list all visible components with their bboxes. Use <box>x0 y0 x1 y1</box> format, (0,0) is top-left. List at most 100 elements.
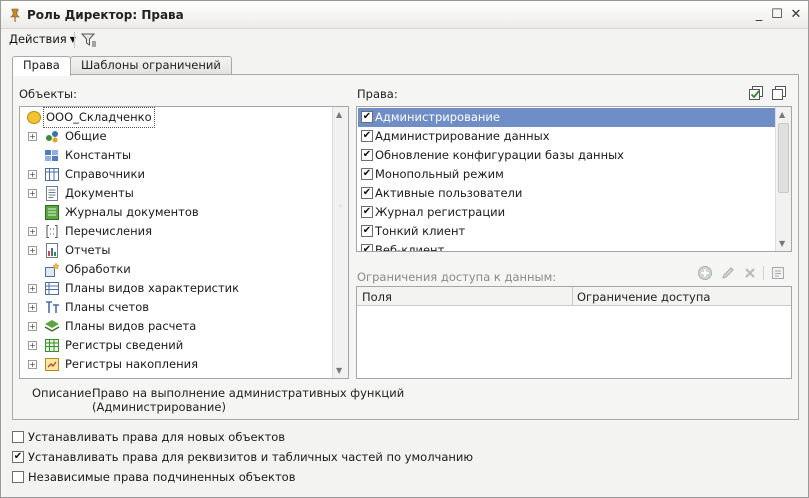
tree-item-constants[interactable]: Константы <box>20 146 332 165</box>
restrictions-label: Ограничения доступа к данным: <box>357 270 557 284</box>
tree-item-label: Планы видов расчета <box>65 319 197 333</box>
rights-label: Права: <box>357 87 398 101</box>
expand-icon[interactable]: + <box>28 341 37 350</box>
delete-icon[interactable] <box>742 265 758 281</box>
char-types-icon <box>45 282 59 295</box>
right-item-administration[interactable]: ✔ Администрирование <box>358 108 776 127</box>
title-bar: Роль Директор: Права _ ☐ ✕ <box>1 1 808 29</box>
option-checkbox[interactable] <box>12 471 24 483</box>
scroll-thumb[interactable] <box>778 123 789 193</box>
right-item-active-users[interactable]: ✔ Активные пользователи <box>358 184 776 203</box>
maximize-button[interactable]: ☐ <box>769 7 785 23</box>
tab-rights[interactable]: Права <box>12 56 71 76</box>
expand-icon[interactable]: + <box>28 303 37 312</box>
tree-item-reports[interactable]: + Отчеты <box>20 241 332 260</box>
documents-icon <box>46 186 58 201</box>
right-item-event-log[interactable]: ✔ Журнал регистрации <box>358 203 776 222</box>
tree-item-label: Регистры накопления <box>65 357 198 371</box>
catalogs-icon <box>45 168 59 181</box>
toolbar-separator <box>74 32 75 48</box>
tree-item-common[interactable]: + Общие <box>20 127 332 146</box>
objects-scrollbar[interactable]: ▲ ◦ ▼ <box>332 107 348 378</box>
right-item-thin-client[interactable]: ✔ Тонкий клиент <box>358 222 776 241</box>
expand-icon[interactable]: + <box>28 189 37 198</box>
column-separator[interactable] <box>572 287 573 306</box>
role-rights-window: Роль Директор: Права _ ☐ ✕ Действия ▼ Пра… <box>0 0 809 498</box>
objects-label: Объекты: <box>19 87 77 101</box>
expand-icon[interactable]: + <box>28 227 37 236</box>
tree-item-label: Регистры сведений <box>65 338 184 352</box>
tree-item-catalogs[interactable]: + Справочники <box>20 165 332 184</box>
reports-icon <box>46 243 58 258</box>
tree-item-partial: + <box>20 374 332 378</box>
right-item-label: Журнал регистрации <box>375 205 506 219</box>
expand-icon[interactable]: + <box>28 132 37 141</box>
right-item-label: Администрирование данных <box>375 129 550 143</box>
info-registers-icon <box>45 339 59 352</box>
restrictions-header: Поля Ограничение доступа <box>357 287 791 306</box>
right-checkbox[interactable]: ✔ <box>361 244 373 251</box>
close-button[interactable]: ✕ <box>788 7 804 23</box>
tree-item-documents[interactable]: + Документы <box>20 184 332 203</box>
edit-icon[interactable] <box>720 265 736 281</box>
objects-tree[interactable]: ООО_Складченко + Общие Константы + Справ… <box>19 106 349 379</box>
right-checkbox[interactable]: ✔ <box>361 168 373 180</box>
tree-item-dataprocessors[interactable]: Обработки <box>20 260 332 279</box>
right-checkbox[interactable]: ✔ <box>361 206 373 218</box>
minimize-button[interactable]: _ <box>751 7 767 23</box>
calc-types-icon <box>44 320 60 332</box>
right-checkbox[interactable]: ✔ <box>361 149 373 161</box>
rights-list[interactable]: ✔ Администрирование ✔ Администрирование … <box>356 106 792 252</box>
option-label: Независимые права подчиненных объектов <box>28 470 296 484</box>
expand-icon[interactable]: + <box>28 322 37 331</box>
right-checkbox[interactable]: ✔ <box>361 225 373 237</box>
check-all-icon[interactable] <box>748 85 764 101</box>
add-icon[interactable] <box>697 265 713 281</box>
option-label: Устанавливать права для новых объектов <box>28 430 286 444</box>
uncheck-all-icon[interactable] <box>771 85 787 101</box>
option-checkbox[interactable] <box>12 431 24 443</box>
expand-icon[interactable]: + <box>28 170 37 179</box>
tree-item-calc-types[interactable]: + Планы видов расчета <box>20 317 332 336</box>
tree-item-journals[interactable]: Журналы документов <box>20 203 332 222</box>
right-item-label: Тонкий клиент <box>375 224 466 238</box>
right-checkbox[interactable]: ✔ <box>361 187 373 199</box>
actions-label: Действия <box>9 32 67 46</box>
restrictions-table[interactable]: Поля Ограничение доступа <box>356 286 792 379</box>
expand-icon[interactable]: + <box>28 284 37 293</box>
expand-icon[interactable]: + <box>28 246 37 255</box>
tree-item-label: Отчеты <box>65 243 111 257</box>
dataprocessors-icon <box>45 262 60 277</box>
expand-icon[interactable]: + <box>28 360 37 369</box>
right-item-config-update[interactable]: ✔ Обновление конфигурации базы данных <box>358 146 776 165</box>
enumerations-icon <box>46 225 58 238</box>
option-checkbox[interactable]: ✔ <box>12 451 24 463</box>
tree-item-company[interactable]: ООО_Складченко <box>20 107 332 128</box>
right-checkbox[interactable]: ✔ <box>361 111 373 123</box>
right-item-web-client[interactable]: ✔ Веб-клиент <box>358 241 776 251</box>
tab-restriction-templates[interactable]: Шаблоны ограничений <box>70 56 232 75</box>
tree-item-label: Справочники <box>65 167 145 181</box>
common-icon <box>46 131 58 143</box>
scroll-down-icon[interactable]: ▼ <box>779 239 785 248</box>
rights-scrollbar[interactable]: ▲ ▼ <box>775 107 791 251</box>
template-icon[interactable] <box>770 265 786 281</box>
scroll-up-icon[interactable]: ▲ <box>336 110 342 119</box>
tree-item-label: Планы видов характеристик <box>65 281 240 295</box>
tree-item-enumerations[interactable]: + Перечисления <box>20 222 332 241</box>
scroll-up-icon[interactable]: ▲ <box>779 110 785 119</box>
tree-item-char-types[interactable]: + Планы видов характеристик <box>20 279 332 298</box>
right-item-data-administration[interactable]: ✔ Администрирование данных <box>358 127 776 146</box>
filter-funnel-icon[interactable] <box>81 32 97 48</box>
column-access-restriction[interactable]: Ограничение доступа <box>577 290 710 304</box>
actions-menu-button[interactable]: Действия ▼ <box>9 32 76 46</box>
accounts-icon <box>46 301 59 313</box>
right-checkbox[interactable]: ✔ <box>361 130 373 142</box>
tree-item-accounts[interactable]: + Планы счетов <box>20 298 332 317</box>
right-item-exclusive-mode[interactable]: ✔ Монопольный режим <box>358 165 776 184</box>
window-title: Роль Директор: Права <box>27 8 184 22</box>
tree-item-info-registers[interactable]: + Регистры сведений <box>20 336 332 355</box>
column-fields[interactable]: Поля <box>362 290 392 304</box>
scroll-down-icon[interactable]: ▼ <box>336 366 342 375</box>
tree-item-accum-registers[interactable]: + Регистры накопления <box>20 355 332 374</box>
